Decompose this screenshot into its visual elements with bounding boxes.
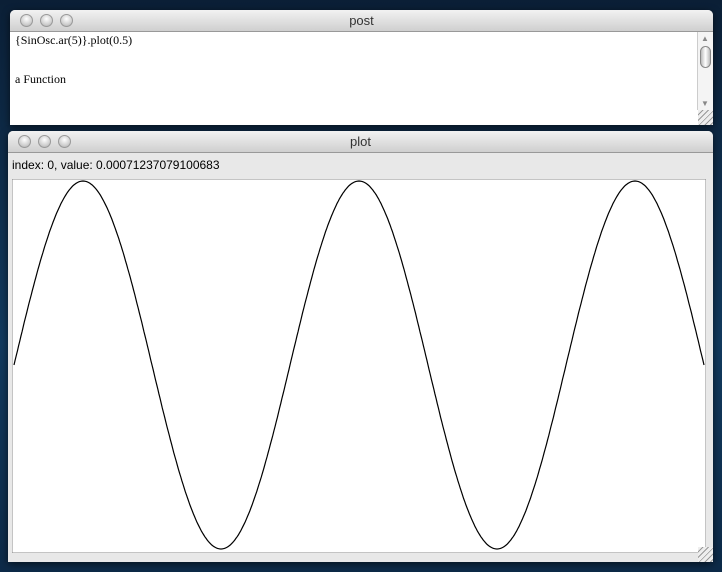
post-text[interactable]: {SinOsc.ar(5)}.plot(0.5) a Function — [10, 32, 698, 125]
window-title: post — [349, 13, 374, 28]
post-window: post {SinOsc.ar(5)}.plot(0.5) a Function… — [10, 10, 713, 125]
zoom-button[interactable] — [60, 14, 73, 27]
minimize-button[interactable] — [40, 14, 53, 27]
close-button[interactable] — [20, 14, 33, 27]
close-button[interactable] — [18, 135, 31, 148]
vertical-scrollbar[interactable]: ▲ ▼ — [697, 32, 713, 110]
post-line — [15, 60, 693, 73]
post-title-bar[interactable]: post — [10, 10, 713, 32]
post-line — [15, 47, 693, 60]
window-title: plot — [350, 134, 371, 149]
plot-area[interactable] — [12, 179, 706, 553]
post-line: {SinOsc.ar(5)}.plot(0.5) — [15, 33, 133, 47]
index-value-readout: index: 0, value: 0.00071237079100683 — [12, 158, 220, 172]
zoom-button[interactable] — [58, 135, 71, 148]
scroll-up-arrow-icon[interactable]: ▲ — [701, 34, 709, 43]
plot-background — [12, 179, 706, 553]
plot-window: plot index: 0, value: 0.0007123707910068… — [8, 131, 713, 562]
scroll-down-arrow-icon[interactable]: ▼ — [701, 99, 709, 108]
scroll-thumb[interactable] — [700, 46, 711, 68]
resize-grip-icon[interactable] — [698, 110, 713, 125]
plot-title-bar[interactable]: plot — [8, 131, 713, 153]
post-line: a Function — [15, 72, 66, 86]
minimize-button[interactable] — [38, 135, 51, 148]
resize-grip-icon[interactable] — [698, 547, 713, 562]
